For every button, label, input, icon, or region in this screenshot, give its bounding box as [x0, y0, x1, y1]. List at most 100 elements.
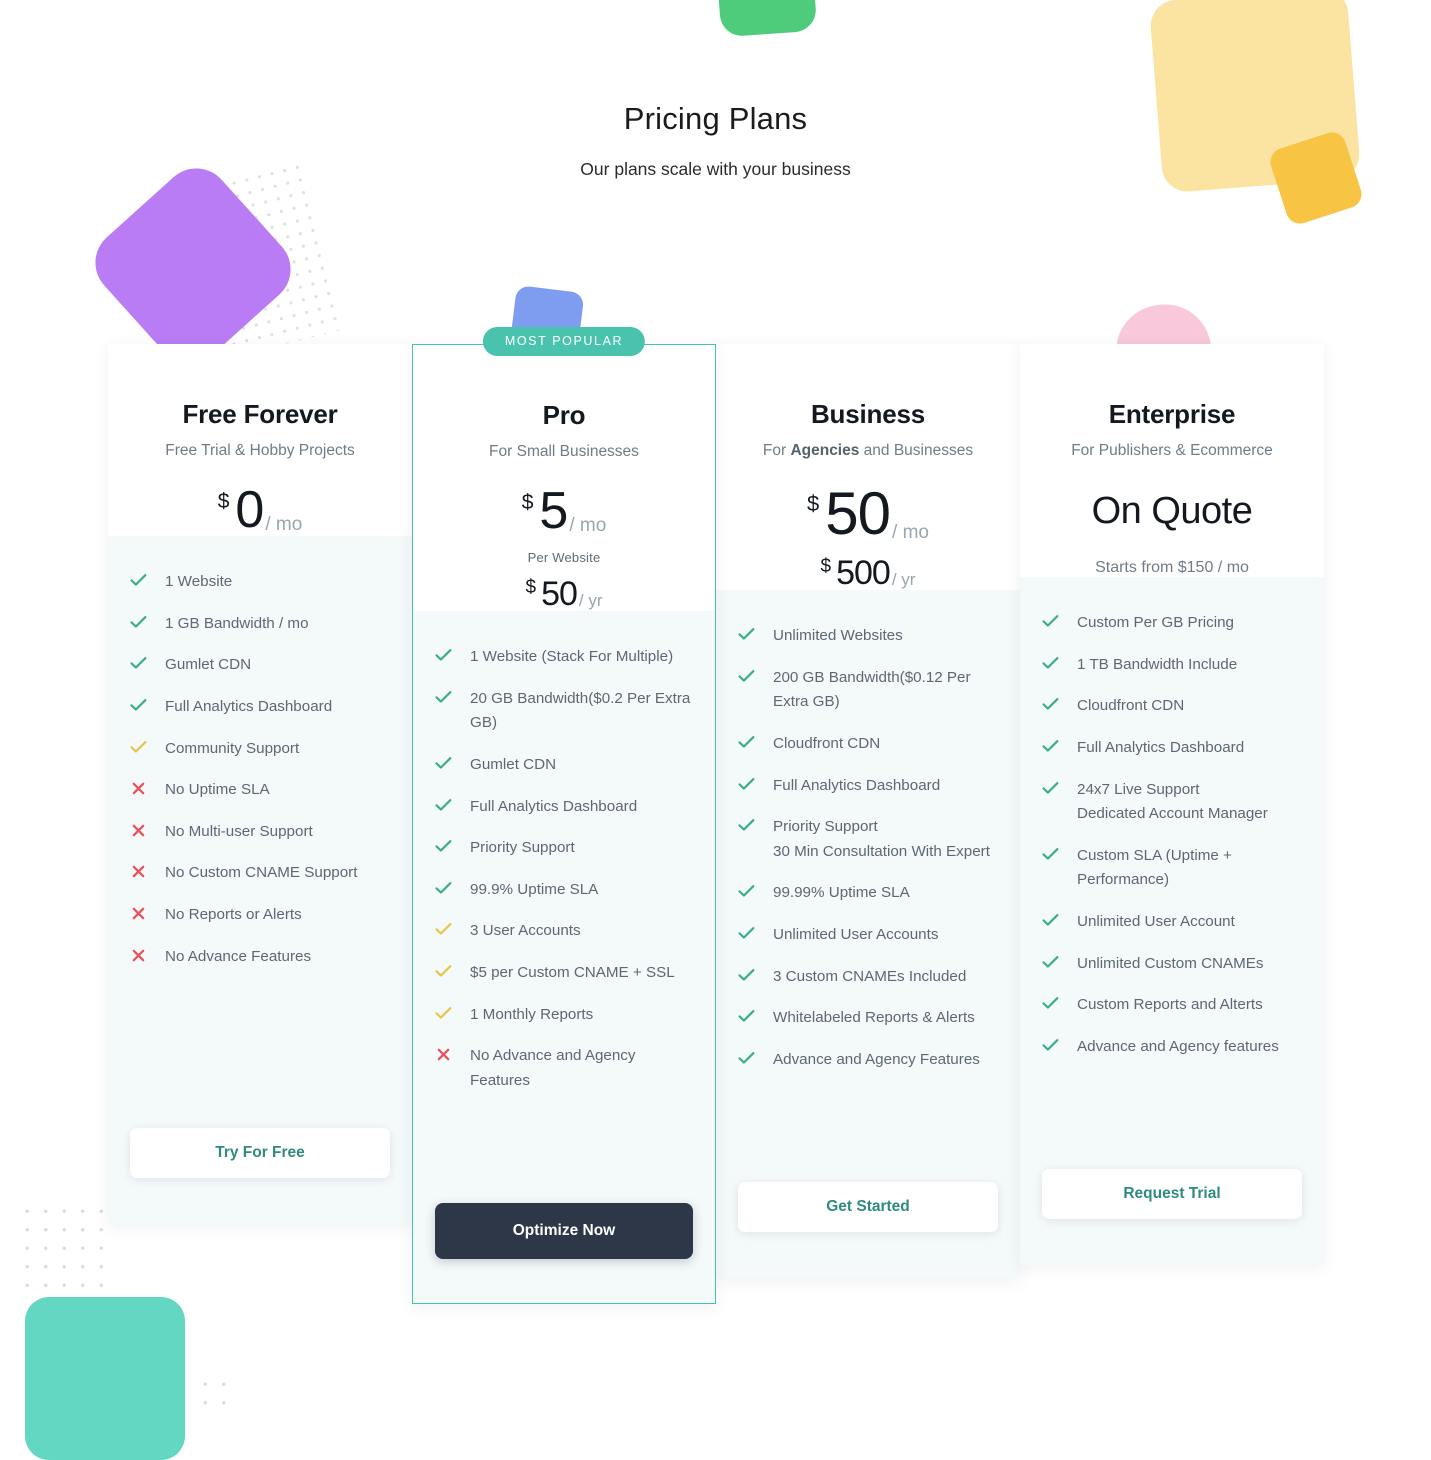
- feature-label: Community Support: [165, 739, 300, 757]
- feature-label: 3 User Accounts: [470, 922, 581, 940]
- currency-symbol: $: [521, 491, 534, 514]
- card-header: Free Forever Free Trial & Hobby Projects $…: [108, 344, 412, 536]
- check-icon: [738, 1006, 755, 1028]
- check-icon: [1042, 1035, 1059, 1057]
- check-icon: [738, 774, 755, 796]
- feature-label: 1 Website (Stack For Multiple): [470, 648, 674, 665]
- cross-icon: [130, 861, 147, 883]
- currency-symbol: $: [807, 491, 820, 516]
- feature-item: Priority Support: [435, 836, 693, 861]
- feature-item: Custom Reports and Alterts: [1042, 993, 1302, 1018]
- feature-list: Custom Per GB Pricing 1 TB Bandwidth Incl…: [1042, 611, 1302, 1077]
- cta-button-business[interactable]: Get Started: [738, 1182, 998, 1232]
- feature-item: Advance and Agency features: [1042, 1035, 1302, 1060]
- plan-price: $0/ mo: [108, 484, 412, 536]
- pricing-card-free-forever: Free Forever Free Trial & Hobby Projects $…: [108, 344, 412, 1224]
- feature-item: Community Support: [130, 737, 390, 762]
- feature-item: No Custom CNAME Support: [130, 861, 390, 886]
- feature-item: 1 Website (Stack For Multiple): [435, 645, 693, 670]
- feature-label: 99.9% Uptime SLA: [470, 880, 599, 898]
- plan-description: For Agencies and Businesses: [762, 442, 974, 459]
- cta-button-free-forever[interactable]: Try For Free: [130, 1128, 390, 1178]
- feature-label: No Custom CNAME Support: [165, 864, 358, 882]
- check-icon: [130, 737, 147, 759]
- currency-symbol: $: [217, 490, 230, 513]
- check-icon: [1042, 736, 1059, 758]
- feature-label: Custom Per GB Pricing: [1077, 614, 1234, 631]
- pricing-cards-row: Free Forever Free Trial & Hobby Projects $…: [108, 327, 1324, 1304]
- secondary-price-period: / yr: [891, 570, 916, 589]
- check-icon: [738, 965, 755, 987]
- plan-description: For Small Businesses: [489, 443, 639, 460]
- check-icon: [738, 881, 755, 903]
- check-icon: [435, 645, 452, 667]
- feature-label: 1 TB Bandwidth Include: [1077, 655, 1238, 673]
- feature-label: 200 GB Bandwidth($0.12 Per Extra GB): [773, 668, 971, 711]
- check-icon: [738, 624, 755, 646]
- feature-label: Advance and Agency features: [1077, 1037, 1279, 1055]
- decorative-dot-grid-bottom-left: [18, 1202, 114, 1302]
- feature-item: 3 Custom CNAMEs Included: [738, 965, 998, 990]
- feature-item: 1 Monthly Reports: [435, 1003, 693, 1028]
- check-icon: [738, 923, 755, 945]
- check-icon: [1042, 778, 1059, 800]
- feature-list: 1 Website (Stack For Multiple) 20 GB Band…: [435, 645, 693, 1111]
- cross-icon: [130, 778, 147, 800]
- feature-label: Priority Support 30 Min Consultation With…: [773, 818, 990, 860]
- feature-label: Full Analytics Dashboard: [470, 797, 638, 815]
- feature-item: Cloudfront CDN: [738, 732, 998, 757]
- feature-item: No Advance and Agency Features: [435, 1044, 693, 1093]
- cta-wrapper: Optimize Now: [435, 1203, 693, 1303]
- secondary-price-period: / yr: [578, 591, 603, 610]
- secondary-currency-symbol: $: [820, 556, 832, 577]
- feature-item: Full Analytics Dashboard: [130, 695, 390, 720]
- feature-item: No Reports or Alerts: [130, 903, 390, 928]
- check-icon: [435, 687, 452, 709]
- feature-label: Advance and Agency Features: [773, 1050, 980, 1068]
- check-icon: [130, 653, 147, 675]
- page-title: Pricing Plans: [623, 101, 808, 136]
- cross-icon: [130, 945, 147, 967]
- pricing-card-business: Business For Agencies and Businesses $50/ …: [716, 344, 1020, 1278]
- feature-label: 1 GB Bandwidth / mo: [165, 614, 309, 632]
- check-icon: [1042, 844, 1059, 866]
- check-icon: [1042, 952, 1059, 974]
- card-spacer: [1042, 1077, 1302, 1170]
- feature-label: Unlimited User Accounts: [773, 926, 939, 943]
- feature-label: No Advance Features: [165, 947, 312, 965]
- cta-wrapper: Request Trial: [1042, 1169, 1302, 1265]
- check-icon: [1042, 910, 1059, 932]
- cta-button-pro[interactable]: Optimize Now: [435, 1203, 693, 1259]
- check-icon: [130, 570, 147, 592]
- feature-item: 1 TB Bandwidth Include: [1042, 653, 1302, 678]
- check-icon: [435, 1003, 452, 1025]
- check-icon: [435, 878, 452, 900]
- feature-label: No Advance and Agency Features: [470, 1047, 636, 1089]
- feature-item: Full Analytics Dashboard: [1042, 736, 1302, 761]
- plan-description: For Publishers & Ecommerce: [1071, 442, 1273, 459]
- cta-button-enterprise[interactable]: Request Trial: [1042, 1169, 1302, 1219]
- feature-list: 1 Website 1 GB Bandwidth / mo Gumlet CDN Fu…: [130, 570, 390, 986]
- check-icon: [738, 815, 755, 837]
- card-spacer: [130, 986, 390, 1128]
- check-icon: [435, 753, 452, 775]
- feature-item: Full Analytics Dashboard: [435, 795, 693, 820]
- secondary-price-amount: 50: [541, 575, 578, 613]
- plan-name: Enterprise: [1108, 399, 1236, 429]
- feature-item: No Uptime SLA: [130, 778, 390, 803]
- feature-item: Full Analytics Dashboard: [738, 774, 998, 799]
- plan-secondary-price: $500/ yr: [716, 556, 1020, 590]
- feature-label: Unlimited Websites: [773, 627, 903, 644]
- feature-label: No Uptime SLA: [165, 781, 270, 799]
- feature-item: Gumlet CDN: [435, 753, 693, 778]
- feature-label: Custom Reports and Alterts: [1077, 996, 1263, 1014]
- feature-label: 24x7 Live Support Dedicated Account Manag…: [1077, 780, 1268, 823]
- plan-quote-price: On Quote: [1091, 490, 1253, 532]
- check-icon: [1042, 611, 1059, 633]
- card-body: Custom Per GB Pricing 1 TB Bandwidth Incl…: [1020, 577, 1324, 1265]
- price-period: / mo: [569, 515, 607, 536]
- feature-label: 1 Website: [165, 573, 233, 590]
- decorative-teal-square: [25, 1297, 185, 1460]
- feature-label: 1 Monthly Reports: [470, 1005, 594, 1023]
- plan-description: Free Trial & Hobby Projects: [165, 442, 355, 459]
